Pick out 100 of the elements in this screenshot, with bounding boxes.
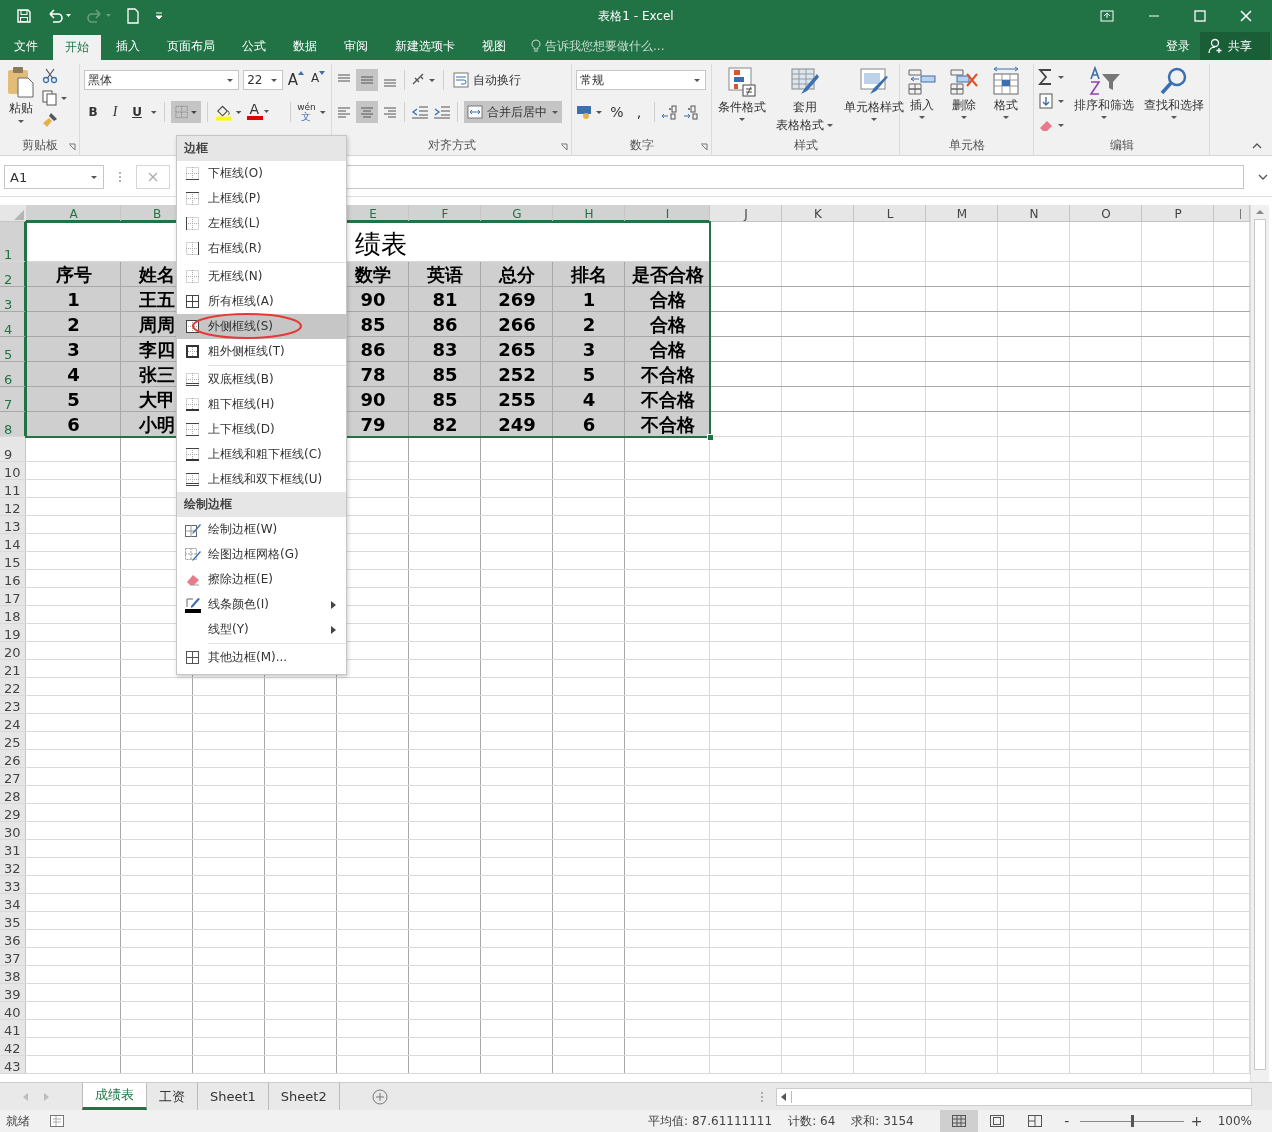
scroll-up-icon[interactable] xyxy=(1256,209,1264,215)
menu-item[interactable]: 绘图边框网格(G) xyxy=(177,542,346,567)
ribbon-tab[interactable]: 新建选项卡 xyxy=(383,32,467,60)
menu-item[interactable]: 上框线和双下框线(U) xyxy=(177,467,346,492)
increase-decimal-icon[interactable] xyxy=(661,104,679,120)
delete-cells-button[interactable]: 删除 xyxy=(946,66,982,135)
menu-item[interactable]: 无框线(N) xyxy=(177,264,346,289)
underline-button[interactable]: U xyxy=(128,101,146,123)
ribbon-tab[interactable]: 插入 xyxy=(104,32,152,60)
insert-cells-button[interactable]: 插入 xyxy=(904,66,940,135)
row-number[interactable]: 32 xyxy=(4,861,21,876)
shrink-font-button[interactable]: A xyxy=(309,69,327,91)
row-number[interactable]: 3 xyxy=(4,297,13,312)
row-number[interactable]: 25 xyxy=(4,735,21,750)
fill-color-icon[interactable] xyxy=(214,102,243,122)
row-number[interactable]: 35 xyxy=(4,915,21,930)
row-number[interactable]: 26 xyxy=(4,753,21,768)
menu-item[interactable]: 其他边框(M)... xyxy=(177,645,346,670)
menu-item[interactable]: 下框线(O) xyxy=(177,161,346,186)
scroll-left-icon[interactable] xyxy=(781,1092,787,1101)
menu-item[interactable]: 左框线(L) xyxy=(177,211,346,236)
ribbon-tab[interactable]: 页面布局 xyxy=(155,32,227,60)
bold-button[interactable]: B xyxy=(84,101,102,123)
sheet-tab[interactable]: 成绩表 xyxy=(82,1083,147,1110)
row-number[interactable]: 23 xyxy=(4,699,21,714)
row-number[interactable]: 4 xyxy=(4,322,13,337)
decrease-decimal-icon[interactable] xyxy=(683,104,701,120)
column-letter[interactable]: F xyxy=(441,206,449,221)
ribbon-tab[interactable]: 开始 xyxy=(53,35,101,60)
cell-styles-button[interactable]: 单元格样式 xyxy=(842,66,906,135)
zoom-in-button[interactable]: + xyxy=(1189,1113,1204,1129)
format-as-table-button[interactable]: 套用 表格格式 xyxy=(774,66,836,135)
column-letter[interactable]: L xyxy=(886,206,894,221)
row-number[interactable]: 20 xyxy=(4,645,21,660)
name-box[interactable]: A1 xyxy=(4,165,104,189)
format-cells-button[interactable]: 格式 xyxy=(988,66,1024,135)
fill-handle[interactable] xyxy=(707,434,714,441)
grid-icon[interactable] xyxy=(951,1115,966,1127)
column-letter[interactable]: K xyxy=(814,206,822,221)
row-number[interactable]: 17 xyxy=(4,591,21,606)
caret-icon[interactable] xyxy=(1002,115,1010,120)
caret-icon[interactable] xyxy=(870,117,878,122)
row-number[interactable]: 9 xyxy=(4,447,13,462)
merge-center-button[interactable]: 合并后居中 xyxy=(464,101,562,123)
menu-item[interactable]: 线条颜色(I) xyxy=(177,592,346,617)
ribbon-tab[interactable]: 视图 xyxy=(470,32,518,60)
person-add-icon[interactable] xyxy=(1208,38,1224,54)
row-number[interactable]: 2 xyxy=(4,272,13,287)
comma-button[interactable]: , xyxy=(630,101,648,123)
menu-item[interactable]: 外侧框线(S) xyxy=(177,314,346,339)
copy-icon[interactable] xyxy=(42,90,68,106)
row-number[interactable]: 11 xyxy=(4,483,21,498)
ribbon-tab[interactable]: 审阅 xyxy=(332,32,380,60)
row-number[interactable]: 15 xyxy=(4,555,21,570)
row-number[interactable]: 38 xyxy=(4,969,21,984)
page-break-icon[interactable] xyxy=(1027,1115,1042,1127)
row-number[interactable]: 34 xyxy=(4,897,21,912)
increase-indent-icon[interactable] xyxy=(433,104,451,120)
column-letter[interactable]: P xyxy=(1174,206,1182,221)
font-name-field[interactable]: 黑体 xyxy=(84,70,240,90)
ribbon-tab[interactable]: 数据 xyxy=(281,32,329,60)
grow-font-button[interactable]: A xyxy=(287,69,305,91)
clipboard-icon[interactable] xyxy=(6,66,36,98)
row-number[interactable]: 12 xyxy=(4,501,21,516)
ribbon-tab[interactable]: 文件 xyxy=(2,32,50,60)
row-number[interactable]: 5 xyxy=(4,347,13,362)
row-number[interactable]: 22 xyxy=(4,681,21,696)
row-number[interactable]: 28 xyxy=(4,789,21,804)
menu-item[interactable]: 上框线(P) xyxy=(177,186,346,211)
delete-cells-icon[interactable] xyxy=(949,66,979,96)
menu-item[interactable]: 所有框线(A) xyxy=(177,289,346,314)
row-number[interactable]: 39 xyxy=(4,987,21,1002)
column-letter[interactable]: N xyxy=(1029,206,1039,221)
row-number[interactable]: 21 xyxy=(4,663,21,678)
dialog-launcher-icon[interactable] xyxy=(560,143,568,151)
column-letter[interactable]: O xyxy=(1101,206,1111,221)
merge-cells-icon[interactable] xyxy=(467,104,483,120)
currency-icon[interactable] xyxy=(576,104,604,120)
column-letter[interactable]: G xyxy=(512,206,522,221)
dialog-launcher-icon[interactable] xyxy=(68,143,76,151)
autosum-icon[interactable] xyxy=(1038,68,1066,86)
sort-filter-button[interactable]: 排序和筛选 xyxy=(1072,66,1136,135)
paste-button[interactable]: 粘贴 xyxy=(6,66,36,133)
caret-icon[interactable] xyxy=(960,115,968,120)
italic-button[interactable]: I xyxy=(106,101,124,123)
caret-icon[interactable] xyxy=(319,109,327,115)
row-number[interactable]: 31 xyxy=(4,843,21,858)
tell-me-field[interactable]: 告诉我您想要做什么... xyxy=(541,32,697,60)
caret-icon[interactable] xyxy=(90,174,98,180)
format-cells-icon[interactable] xyxy=(991,66,1021,96)
menu-item[interactable]: 粗外侧框线(T) xyxy=(177,339,346,364)
caret-icon[interactable] xyxy=(17,119,25,124)
ribbon-tab[interactable]: 公式 xyxy=(230,32,278,60)
column-letter[interactable]: B xyxy=(152,206,162,221)
row-number[interactable]: 7 xyxy=(4,397,13,412)
row-number[interactable]: 33 xyxy=(4,879,21,894)
macro-record-icon[interactable] xyxy=(50,1115,64,1127)
sign-in-link[interactable]: 登录 xyxy=(1156,32,1200,60)
page-icon[interactable] xyxy=(989,1115,1004,1127)
menu-item[interactable]: 擦除边框(E) xyxy=(177,567,346,592)
